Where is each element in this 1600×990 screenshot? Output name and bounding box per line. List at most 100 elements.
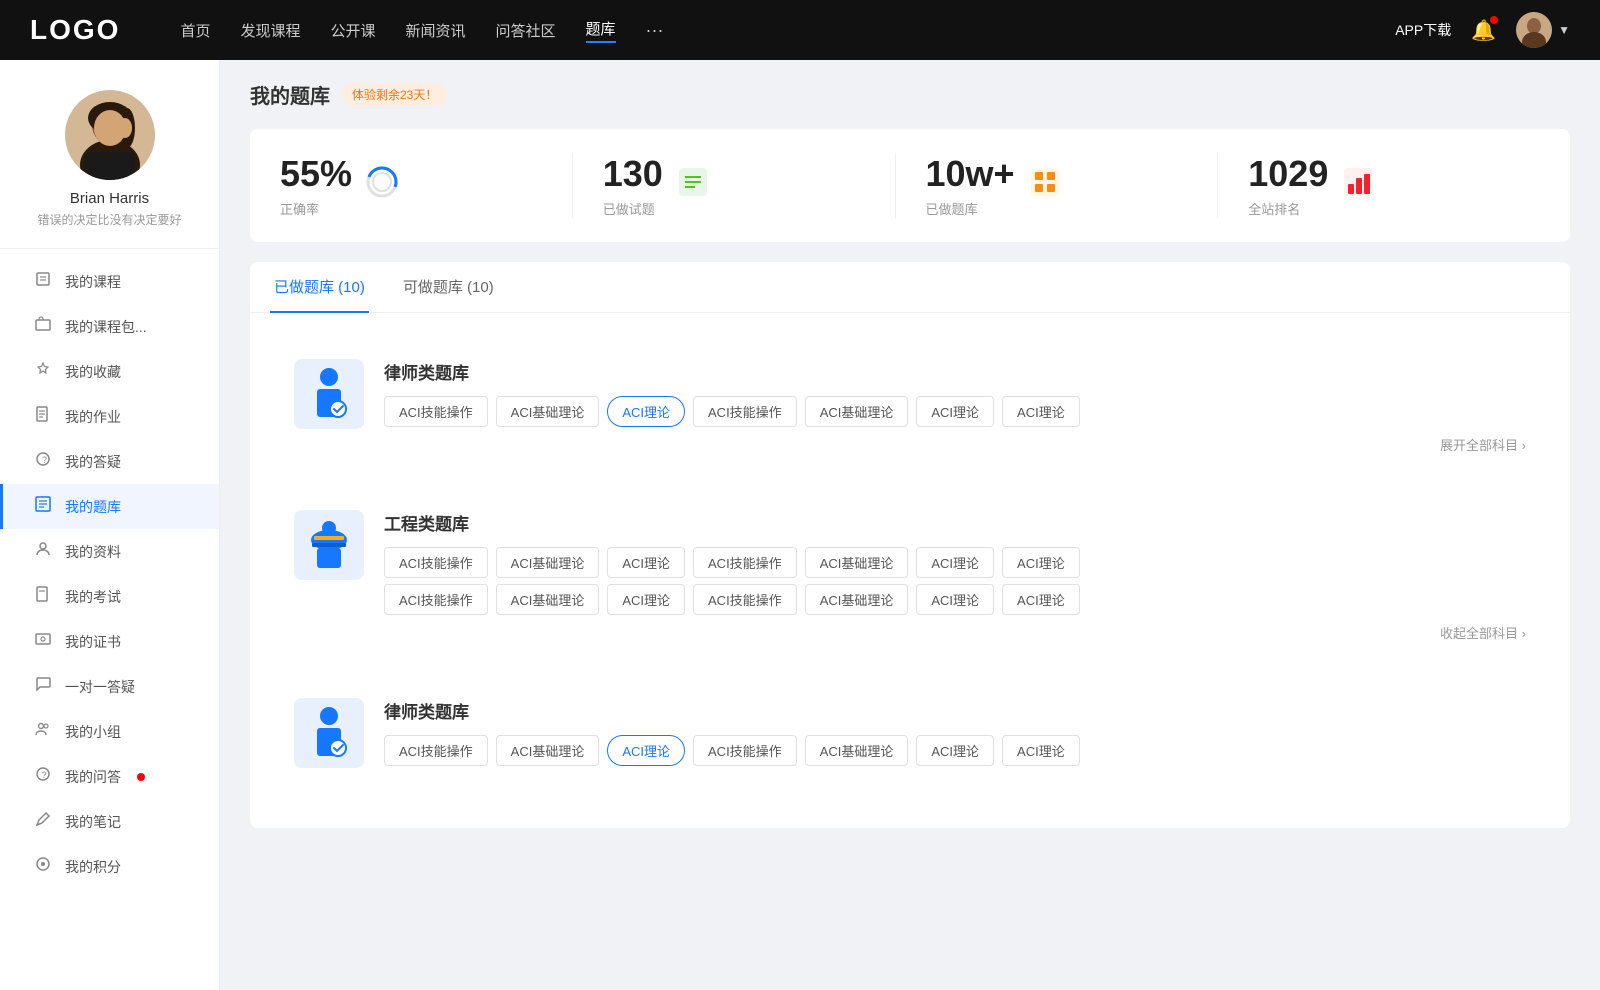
nav-news[interactable]: 新闻资讯 xyxy=(406,20,466,41)
logo[interactable]: LOGO xyxy=(30,14,120,46)
qbank-list: 律师类题库 ACI技能操作 ACI基础理论 ACI理论 ACI技能操作 ACI基… xyxy=(250,329,1570,828)
points-icon xyxy=(33,856,53,877)
tag-item[interactable]: ACI技能操作 xyxy=(693,584,797,615)
tag-item[interactable]: ACI理论 xyxy=(916,735,994,766)
stat-questions-value: 130 xyxy=(603,153,663,195)
sidebar-label: 我的课程 xyxy=(65,272,121,292)
tags-row-1: ACI技能操作 ACI基础理论 ACI理论 ACI技能操作 ACI基础理论 AC… xyxy=(384,396,1526,427)
user-avatar-container[interactable]: ▼ xyxy=(1516,12,1570,48)
tag-item[interactable]: ACI技能操作 xyxy=(693,735,797,766)
app-download-button[interactable]: APP下载 xyxy=(1395,20,1451,40)
qbank-section-engineer: 工程类题库 ACI技能操作 ACI基础理论 ACI理论 ACI技能操作 ACI基… xyxy=(270,490,1550,662)
sidebar-item-question-bank[interactable]: 我的题库 xyxy=(0,484,219,529)
stat-accuracy: 55% 正确率 xyxy=(280,153,573,218)
collapse-link-2[interactable]: 收起全部科目 › xyxy=(384,623,1526,642)
sidebar-item-profile[interactable]: 我的资料 xyxy=(0,529,219,574)
group-icon xyxy=(33,721,53,742)
tag-item[interactable]: ACI技能操作 xyxy=(384,584,488,615)
tabs-container: 已做题库 (10) 可做题库 (10) xyxy=(250,262,1570,313)
lawyer-icon-2 xyxy=(304,706,354,761)
stat-questions-done: 130 已做试题 xyxy=(573,153,896,218)
tags-row-2b: ACI技能操作 ACI基础理论 ACI理论 ACI技能操作 ACI基础理论 AC… xyxy=(384,584,1526,615)
tag-item[interactable]: ACI技能操作 xyxy=(693,547,797,578)
expand-link-1[interactable]: 展开全部科目 › xyxy=(384,435,1526,454)
tag-item[interactable]: ACI理论 xyxy=(607,547,685,578)
sidebar-item-exam[interactable]: 我的考试 xyxy=(0,574,219,619)
homework-icon xyxy=(33,406,53,427)
stat-banks-done: 10w+ 已做题库 xyxy=(896,153,1219,218)
main-content: 我的题库 体验剩余23天！ 55% 正确率 xyxy=(220,60,1600,990)
tag-item[interactable]: ACI理论 xyxy=(607,584,685,615)
tag-item[interactable]: ACI理论 xyxy=(1002,547,1080,578)
nav-more[interactable]: ··· xyxy=(646,20,664,41)
tag-item[interactable]: ACI基础理论 xyxy=(496,396,600,427)
lawyer-icon xyxy=(304,367,354,422)
tag-item[interactable]: ACI理论 xyxy=(916,547,994,578)
tag-item[interactable]: ACI技能操作 xyxy=(384,735,488,766)
nav-questions[interactable]: 题库 xyxy=(586,18,616,43)
qbank-icon-wrap-2 xyxy=(294,510,364,580)
profile-motto: 错误的决定比没有决定要好 xyxy=(37,211,181,228)
qbank-section-lawyer-2: 律师类题库 ACI技能操作 ACI基础理论 ACI理论 ACI技能操作 ACI基… xyxy=(270,678,1550,792)
qbank-info-3: 律师类题库 ACI技能操作 ACI基础理论 ACI理论 ACI技能操作 ACI基… xyxy=(384,698,1526,772)
tag-item[interactable]: ACI基础理论 xyxy=(805,547,909,578)
qbank-header: 律师类题库 ACI技能操作 ACI基础理论 ACI理论 ACI技能操作 ACI基… xyxy=(294,359,1526,454)
qbank-header-3: 律师类题库 ACI技能操作 ACI基础理论 ACI理论 ACI技能操作 ACI基… xyxy=(294,698,1526,772)
sidebar-item-my-course[interactable]: 我的课程 xyxy=(0,259,219,304)
sidebar-item-notes[interactable]: 我的笔记 xyxy=(0,799,219,844)
tag-item[interactable]: ACI基础理论 xyxy=(805,396,909,427)
nav-qa[interactable]: 问答社区 xyxy=(496,20,556,41)
sidebar-item-group[interactable]: 我的小组 xyxy=(0,709,219,754)
sidebar-label: 我的考试 xyxy=(65,587,121,607)
sidebar-item-my-qa[interactable]: ? 我的问答 xyxy=(0,754,219,799)
sidebar-label: 我的小组 xyxy=(65,722,121,742)
tag-item[interactable]: ACI理论 xyxy=(1002,584,1080,615)
tag-item[interactable]: ACI理论 xyxy=(1002,396,1080,427)
tab-done-banks[interactable]: 已做题库 (10) xyxy=(270,262,369,313)
content-card: 已做题库 (10) 可做题库 (10) xyxy=(250,262,1570,828)
accuracy-pie-icon xyxy=(364,164,400,207)
sidebar-label: 我的证书 xyxy=(65,632,121,652)
nav-opencourse[interactable]: 公开课 xyxy=(330,20,375,41)
tag-item[interactable]: ACI理论 xyxy=(916,396,994,427)
qa-icon: ? xyxy=(33,451,53,472)
user-avatar xyxy=(1516,12,1552,48)
certificate-icon xyxy=(33,631,53,652)
sidebar-item-homework[interactable]: 我的作业 xyxy=(0,394,219,439)
tag-item-active[interactable]: ACI理论 xyxy=(607,735,685,766)
ranking-chart-icon xyxy=(1340,164,1376,207)
page-title: 我的题库 xyxy=(250,80,330,109)
tag-item-active[interactable]: ACI理论 xyxy=(607,396,685,427)
sidebar-label: 我的课程包... xyxy=(65,317,147,337)
sidebar-item-one-on-one[interactable]: 一对一答疑 xyxy=(0,664,219,709)
sidebar-item-qa[interactable]: ? 我的答疑 xyxy=(0,439,219,484)
tag-item[interactable]: ACI基础理论 xyxy=(496,735,600,766)
dropdown-arrow-icon: ▼ xyxy=(1558,23,1570,37)
sidebar-item-favorites[interactable]: 我的收藏 xyxy=(0,349,219,394)
tag-item[interactable]: ACI技能操作 xyxy=(693,396,797,427)
favorites-icon xyxy=(33,361,53,382)
sidebar-item-points[interactable]: 我的积分 xyxy=(0,844,219,889)
tag-item[interactable]: ACI理论 xyxy=(916,584,994,615)
notification-bell[interactable]: 🔔 xyxy=(1471,18,1496,43)
tag-item[interactable]: ACI基础理论 xyxy=(496,584,600,615)
tags-row-3: ACI技能操作 ACI基础理论 ACI理论 ACI技能操作 ACI基础理论 AC… xyxy=(384,735,1526,766)
tag-item[interactable]: ACI理论 xyxy=(1002,735,1080,766)
sidebar-item-certificate[interactable]: 我的证书 xyxy=(0,619,219,664)
profile-name: Brian Harris xyxy=(70,190,149,207)
sidebar-label: 我的积分 xyxy=(65,857,121,877)
profile-icon xyxy=(33,541,53,562)
nav-home[interactable]: 首页 xyxy=(180,20,210,41)
stat-accuracy-label: 正确率 xyxy=(280,199,352,218)
tag-item[interactable]: ACI基础理论 xyxy=(496,547,600,578)
tag-item[interactable]: ACI基础理论 xyxy=(805,735,909,766)
tag-item[interactable]: ACI基础理论 xyxy=(805,584,909,615)
sidebar-item-course-package[interactable]: 我的课程包... xyxy=(0,304,219,349)
tag-item[interactable]: ACI技能操作 xyxy=(384,547,488,578)
tag-item[interactable]: ACI技能操作 xyxy=(384,396,488,427)
tab-available-banks[interactable]: 可做题库 (10) xyxy=(399,262,498,313)
stat-questions-content: 130 已做试题 xyxy=(603,153,663,218)
nav-discover[interactable]: 发现课程 xyxy=(240,20,300,41)
qbank-name-3: 律师类题库 xyxy=(384,698,1526,723)
stat-banks-label: 已做题库 xyxy=(926,199,1015,218)
